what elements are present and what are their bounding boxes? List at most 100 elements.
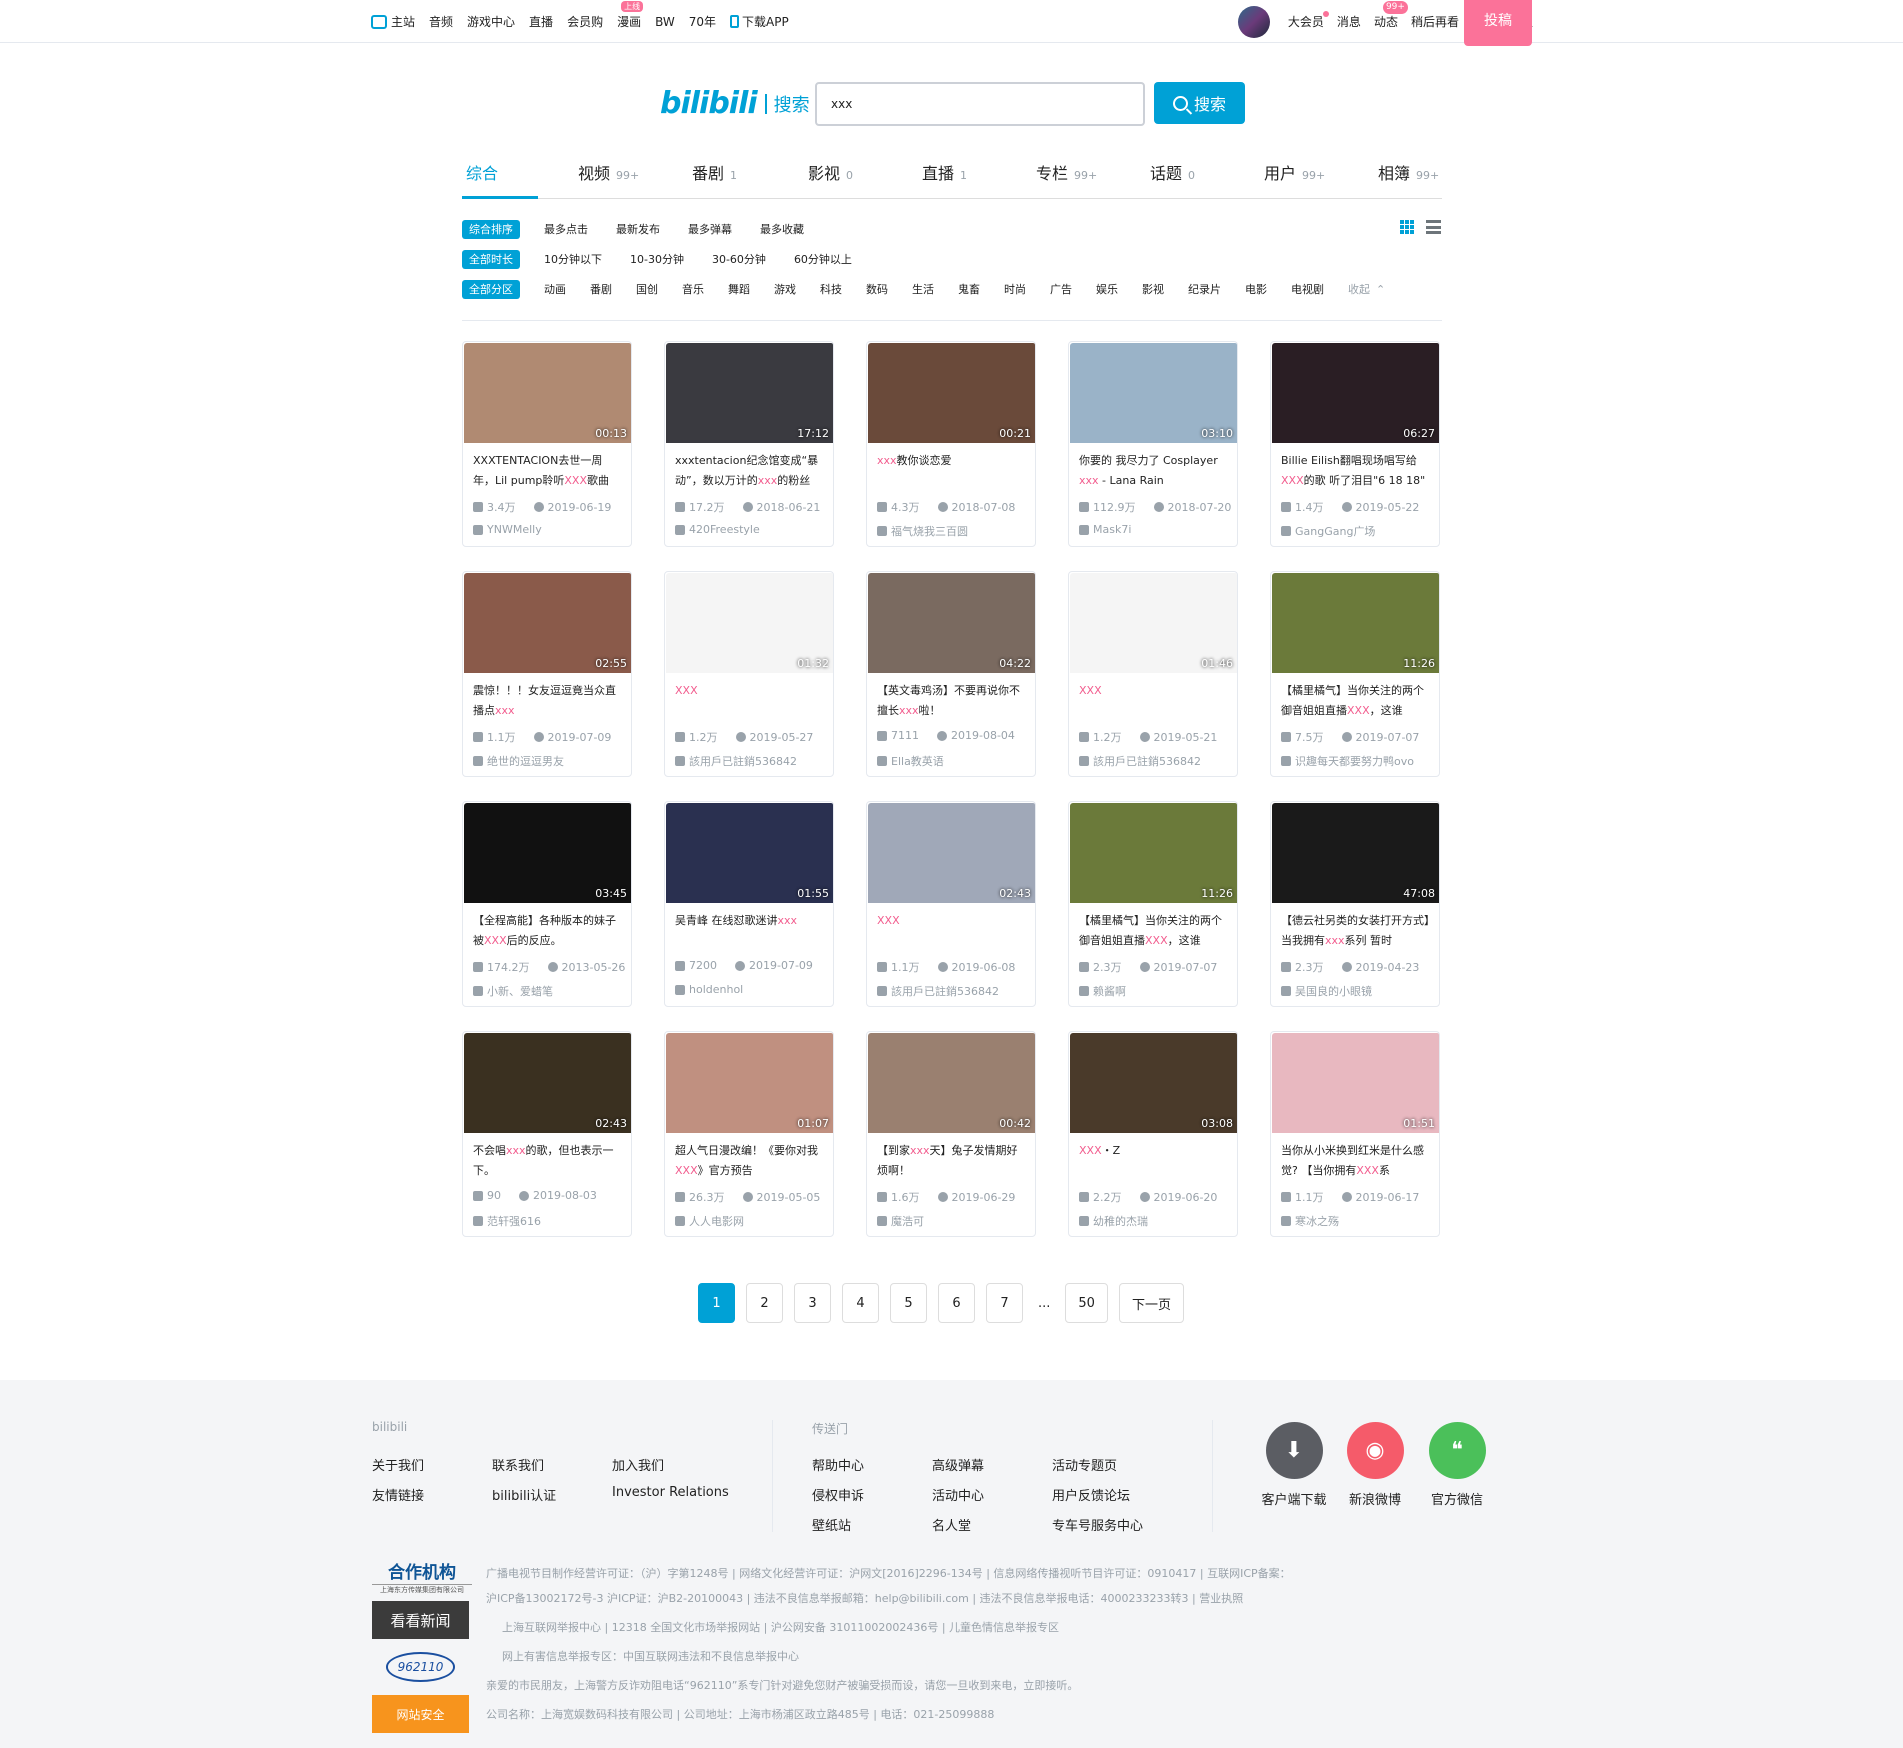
video-thumbnail[interactable]: 03:45	[464, 803, 631, 903]
nav-bw[interactable]: BW	[655, 15, 675, 29]
list-view-icon[interactable]	[1426, 220, 1441, 234]
video-title[interactable]: XXXTENTACION去世一周年，Lil pump聆听XXX歌曲	[473, 451, 623, 491]
footer-link[interactable]: 加入我们	[612, 1455, 664, 1474]
uploader[interactable]: 范轩强616	[473, 1213, 541, 1229]
video-title[interactable]: 【全程高能】各种版本的妹子被XXX后的反应。	[473, 911, 623, 951]
uploader[interactable]: GangGang广场	[1281, 523, 1375, 539]
video-thumbnail[interactable]: 17:12	[666, 343, 833, 443]
video-title[interactable]: XXX・Z	[1079, 1141, 1229, 1181]
nav-manga[interactable]: 漫画 上线	[617, 1, 644, 30]
page-button[interactable]: 5	[890, 1283, 927, 1323]
zone-filter-option[interactable]: 纪录片	[1188, 281, 1221, 297]
uploader[interactable]: Ella教英语	[877, 753, 944, 769]
footer-link[interactable]: 专车号服务中心	[1052, 1515, 1143, 1534]
video-thumbnail[interactable]: 01:51	[1272, 1033, 1439, 1133]
duration-filter-option[interactable]: 30-60分钟	[712, 251, 766, 267]
video-title[interactable]: 【橘里橘气】当你关注的两个御音姐姐直播XXX，这谁	[1079, 911, 1229, 951]
zone-filter-option[interactable]: 科技	[820, 281, 842, 297]
collapse-toggle[interactable]: 收起	[1348, 281, 1370, 297]
video-card[interactable]: 04:22 【英文毒鸡汤】不要再说你不擅长xxx啦！ 7111 2019-08-04 E…	[866, 571, 1036, 777]
video-card[interactable]: 01:32 XXX 1.2万 2019-05-27 該用戶已註銷536842	[664, 571, 834, 777]
footer-link[interactable]: 友情链接	[372, 1485, 424, 1504]
video-thumbnail[interactable]: 01:32	[666, 573, 833, 673]
uploader[interactable]: 該用戶已註銷536842	[675, 753, 797, 769]
page-button[interactable]: 3	[794, 1283, 831, 1323]
nav-audio[interactable]: 音频	[429, 13, 453, 30]
video-card[interactable]: 17:12 xxxtentacion纪念馆变成“暴动”，数以万计的xxx的粉丝 17…	[664, 341, 834, 547]
video-card[interactable]: 01:51 当你从小米换到红米是什么感觉? 【当你拥有XXX系 1.1万 2019-0…	[1270, 1031, 1440, 1237]
nav-live[interactable]: 直播	[529, 13, 553, 30]
tab-6[interactable]: 话题 0	[1150, 160, 1195, 184]
uploader[interactable]: 小新、爱蜡笔	[473, 983, 553, 999]
police-962110-logo[interactable]: 962110	[372, 1645, 469, 1689]
zone-filter-option[interactable]: 数码	[866, 281, 888, 297]
nav-70[interactable]: 70年	[689, 13, 716, 30]
video-card[interactable]: 01:46 XXX 1.2万 2019-05-21 該用戶已註銷536842	[1068, 571, 1238, 777]
video-card[interactable]: 03:08 XXX・Z 2.2万 2019-06-20 幼稚的杰瑞	[1068, 1031, 1238, 1237]
video-title[interactable]: 【德云社另类的女装打开方式】当我拥有xxx系列 暂时	[1281, 911, 1431, 951]
zone-filter-option[interactable]: 舞蹈	[728, 281, 750, 297]
video-thumbnail[interactable]: 04:22	[868, 573, 1035, 673]
search-input[interactable]	[815, 82, 1145, 126]
video-card[interactable]: 47:08 【德云社另类的女装打开方式】当我拥有xxx系列 暂时 2.3万 2019-…	[1270, 801, 1440, 1007]
zone-filter-option[interactable]: 生活	[912, 281, 934, 297]
uploader[interactable]: 福气烧我三百圆	[877, 523, 968, 539]
website-security-logo[interactable]: 网站安全	[372, 1695, 469, 1733]
video-thumbnail[interactable]: 00:42	[868, 1033, 1035, 1133]
nav-game-center[interactable]: 游戏中心	[467, 13, 515, 30]
video-title[interactable]: Billie Eilish翻唱现场唱写给 XXX的歌 听了泪目"6 18 18"	[1281, 451, 1431, 491]
video-card[interactable]: 06:27 Billie Eilish翻唱现场唱写给 XXX的歌 听了泪目"6 18…	[1270, 341, 1440, 547]
nav-download-app[interactable]: 下载APP	[730, 13, 789, 30]
client-download[interactable]: ⬇ 客户端下载	[1254, 1422, 1334, 1508]
video-title[interactable]: 当你从小米换到红米是什么感觉? 【当你拥有XXX系	[1281, 1141, 1431, 1181]
footer-link[interactable]: 高级弹幕	[932, 1455, 984, 1474]
tab-7[interactable]: 用户 99+	[1264, 160, 1325, 184]
zone-filter-option[interactable]: 动画	[544, 281, 566, 297]
nav-mall[interactable]: 会员购	[567, 13, 603, 30]
footer-link[interactable]: Investor Relations	[612, 1485, 729, 1500]
zone-filter-option[interactable]: 音乐	[682, 281, 704, 297]
video-thumbnail[interactable]: 11:26	[1070, 803, 1237, 903]
tab-3[interactable]: 影视 0	[808, 160, 853, 184]
tab-1[interactable]: 视频 99+	[578, 160, 639, 184]
sort-filter-option[interactable]: 最新发布	[616, 221, 660, 237]
video-card[interactable]: 00:42 【到家xxx天】兔子发情期好烦啊！ 1.6万 2019-06-29 魔浩可	[866, 1031, 1036, 1237]
uploader[interactable]: 寒冰之殇	[1281, 1213, 1339, 1229]
video-card[interactable]: 03:10 你要的 我尽力了 Cosplayer xxx - Lana Rain 1…	[1068, 341, 1238, 547]
video-title[interactable]: XXX	[877, 911, 1027, 951]
sina-weibo[interactable]: ◉ 新浪微博	[1335, 1422, 1415, 1508]
uploader[interactable]: 幼稚的杰瑞	[1079, 1213, 1148, 1229]
video-card[interactable]: 01:55 吴青峰 在线怼歌迷讲xxx 7200 2019-07-09 holdenho…	[664, 801, 834, 1007]
video-card[interactable]: 01:07 超人气日漫改编！《要你对我 XXX》官方预告 26.3万 2019-05-0…	[664, 1031, 834, 1237]
video-thumbnail[interactable]: 02:55	[464, 573, 631, 673]
zone-filter-option[interactable]: 游戏	[774, 281, 796, 297]
zone-filter-option[interactable]: 广告	[1050, 281, 1072, 297]
upload-button[interactable]: 投稿	[1464, 0, 1532, 46]
video-thumbnail[interactable]: 01:07	[666, 1033, 833, 1133]
video-thumbnail[interactable]: 47:08	[1272, 803, 1439, 903]
video-title[interactable]: 不会唱xxx的歌，但也表示一下。	[473, 1141, 623, 1181]
page-button[interactable]: 6	[938, 1283, 975, 1323]
video-title[interactable]: 震惊！！！女友逗逗竟当众直播点xxx	[473, 681, 623, 721]
nav-main-site[interactable]: 主站	[371, 13, 415, 30]
video-card[interactable]: 11:26 【橘里橘气】当你关注的两个御音姐姐直播XXX，这谁 7.5万 2019-0…	[1270, 571, 1440, 777]
video-card[interactable]: 02:55 震惊！！！女友逗逗竟当众直播点xxx 1.1万 2019-07-09 绝世的…	[462, 571, 632, 777]
zone-filter-option[interactable]: 国创	[636, 281, 658, 297]
video-thumbnail[interactable]: 00:21	[868, 343, 1035, 443]
zone-filter-option[interactable]: 时尚	[1004, 281, 1026, 297]
nav-watch-later[interactable]: 稍后再看	[1411, 13, 1459, 30]
video-title[interactable]: 【橘里橘气】当你关注的两个御音姐姐直播XXX，这谁	[1281, 681, 1431, 721]
tab-2[interactable]: 番剧 1	[692, 160, 737, 184]
bilibili-logo[interactable]: bilibili 搜索	[660, 86, 810, 121]
tab-5[interactable]: 专栏 99+	[1036, 160, 1097, 184]
page-button[interactable]: 7	[986, 1283, 1023, 1323]
video-thumbnail[interactable]: 00:13	[464, 343, 631, 443]
uploader[interactable]: YNWMelly	[473, 523, 542, 536]
footer-link[interactable]: 联系我们	[492, 1455, 544, 1474]
avatar[interactable]	[1237, 5, 1270, 38]
search-button[interactable]: 搜索	[1154, 82, 1245, 124]
chevron-up-icon[interactable]: ⌃	[1376, 283, 1385, 296]
page-button[interactable]: 4	[842, 1283, 879, 1323]
video-card[interactable]: 11:26 【橘里橘气】当你关注的两个御音姐姐直播XXX，这谁 2.3万 2019-0…	[1068, 801, 1238, 1007]
video-title[interactable]: XXX	[675, 681, 825, 721]
